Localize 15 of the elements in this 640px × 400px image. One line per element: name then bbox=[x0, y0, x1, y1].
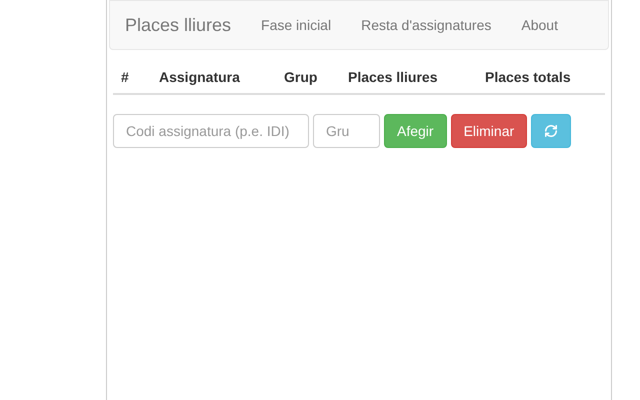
remove-button[interactable]: Eliminar bbox=[450, 114, 528, 148]
column-header: Grup bbox=[283, 68, 318, 87]
column-header: Assignatura bbox=[158, 68, 241, 87]
subject-field[interactable]: Codi assignatura (p.e. IDI) bbox=[113, 114, 309, 148]
add-button[interactable]: Afegir bbox=[384, 114, 447, 148]
refresh-icon bbox=[544, 124, 558, 138]
refresh-button[interactable] bbox=[531, 114, 572, 148]
column-header: Places lliures bbox=[347, 68, 439, 87]
group-field[interactable]: Gru bbox=[313, 114, 380, 148]
navbar-brand[interactable]: Places lliures bbox=[110, 12, 246, 38]
nav-link[interactable]: Fase inicial bbox=[246, 14, 346, 36]
column-header: # bbox=[120, 68, 130, 87]
nav-link[interactable]: About bbox=[506, 14, 573, 36]
nav-link[interactable]: Resta d'assignatures bbox=[346, 14, 506, 36]
column-header: Places totals bbox=[484, 68, 572, 87]
